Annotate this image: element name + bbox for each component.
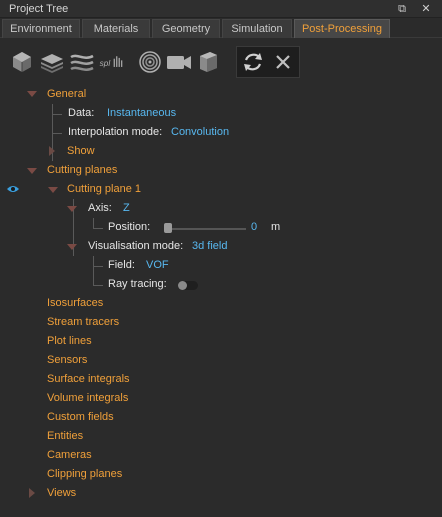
tree-item-entities[interactable]: Entities — [47, 427, 83, 446]
title-bar: Project Tree ⧉ ✕ — [0, 0, 442, 18]
tab-bar: Environment Materials Geometry Simulatio… — [0, 19, 442, 38]
close-window-icon[interactable]: ✕ — [418, 1, 434, 17]
position-value[interactable]: 0 — [251, 218, 257, 237]
action-group — [236, 46, 300, 78]
expand-axis-icon[interactable] — [67, 206, 77, 212]
tree-item-surface-integrals[interactable]: Surface integrals — [47, 370, 130, 389]
target-icon[interactable] — [136, 48, 164, 76]
box-clip-icon[interactable] — [194, 48, 222, 76]
tree-item-custom-fields[interactable]: Custom fields — [47, 408, 114, 427]
tree-item-cutting-plane-1[interactable]: Cutting plane 1 — [67, 180, 141, 199]
expand-cutting-plane-1-icon[interactable] — [48, 187, 58, 193]
position-unit: m — [271, 221, 281, 233]
tree-item-stream-tracers[interactable]: Stream tracers — [47, 313, 119, 332]
tree-item-general[interactable]: General — [47, 85, 86, 104]
window-title: Project Tree — [9, 3, 69, 15]
interpolation-label: Interpolation mode: — [68, 126, 163, 138]
position-slider-thumb[interactable] — [164, 223, 172, 233]
splat-icon[interactable]: spl — [98, 48, 132, 76]
axis-label: Axis: — [88, 202, 112, 214]
toolbar: spl — [0, 44, 442, 80]
tree-item-volume-integrals[interactable]: Volume integrals — [47, 389, 128, 408]
expand-general-icon[interactable] — [27, 91, 37, 97]
field-value[interactable]: VOF — [146, 256, 169, 275]
cube-icon[interactable] — [8, 48, 36, 76]
interpolation-value[interactable]: Convolution — [171, 123, 229, 142]
layers-icon[interactable] — [38, 48, 66, 76]
tab-materials[interactable]: Materials — [82, 19, 150, 38]
float-window-icon[interactable]: ⧉ — [394, 1, 410, 17]
close-icon[interactable] — [269, 48, 297, 76]
tree-item-isosurfaces[interactable]: Isosurfaces — [47, 294, 103, 313]
tab-geometry[interactable]: Geometry — [152, 19, 220, 38]
position-label: Position: — [108, 221, 151, 233]
tree-item-cutting-planes[interactable]: Cutting planes — [47, 161, 117, 180]
expand-visualisation-icon[interactable] — [67, 244, 77, 250]
field-label: Field: — [108, 259, 135, 271]
tree-item-views[interactable]: Views — [47, 484, 76, 503]
stream-icon[interactable] — [68, 48, 96, 76]
refresh-icon[interactable] — [239, 48, 267, 76]
splat-text: spl — [100, 59, 112, 68]
tab-environment[interactable]: Environment — [2, 19, 80, 38]
visibility-eye-icon[interactable] — [6, 184, 20, 194]
ray-tracing-label: Ray tracing: — [108, 278, 167, 290]
tree-item-plot-lines[interactable]: Plot lines — [47, 332, 92, 351]
tree-item-clipping-planes[interactable]: Clipping planes — [47, 465, 122, 484]
axis-value[interactable]: Z — [123, 199, 130, 218]
tab-simulation[interactable]: Simulation — [222, 19, 292, 38]
ray-tracing-toggle[interactable] — [178, 281, 198, 290]
data-label: Data: — [68, 107, 95, 119]
expand-views-icon[interactable] — [29, 488, 35, 498]
visualisation-value[interactable]: 3d field — [192, 237, 227, 256]
expand-cutting-planes-icon[interactable] — [27, 168, 37, 174]
tab-post-processing[interactable]: Post-Processing — [294, 19, 390, 38]
tree-item-cameras[interactable]: Cameras — [47, 446, 92, 465]
tree-item-sensors[interactable]: Sensors — [47, 351, 87, 370]
tree-item-show[interactable]: Show — [67, 142, 95, 161]
camera-icon[interactable] — [165, 48, 193, 76]
data-value[interactable]: Instantaneous — [107, 104, 176, 123]
position-slider-track — [167, 228, 246, 230]
expand-show-icon[interactable] — [49, 146, 55, 156]
visualisation-label: Visualisation mode: — [88, 240, 184, 252]
